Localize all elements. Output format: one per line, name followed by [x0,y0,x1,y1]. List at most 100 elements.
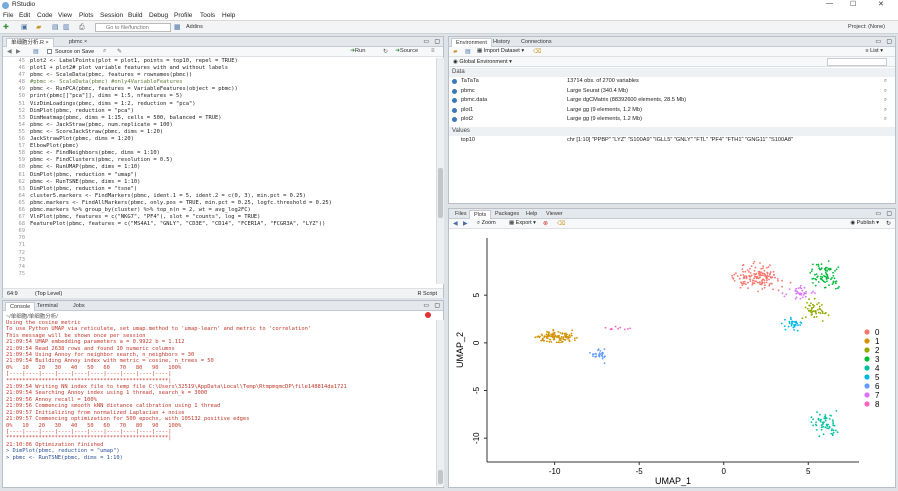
tab-connections[interactable]: Connections [517,38,556,47]
env-row[interactable]: pbmc.data Large dgCMatrix (88392600 eleme… [449,96,895,106]
env-row[interactable]: plot1 Large gg (9 elements, 1.2 Mb) ⌕ [449,106,895,116]
view-icon[interactable]: ⌕ [884,115,887,124]
maximize-console-icon[interactable]: ▢ [434,302,440,309]
console-output[interactable]: Using the cosine metric To use Python UMA… [6,320,434,486]
code-line[interactable]: pbmc.markers %>% group_by(cluster) %>% t… [30,207,435,214]
code-line[interactable]: DimPlot(pbmc, reduction = "pca") [30,108,435,115]
broom-icon[interactable]: ⌫ [533,48,541,55]
env-row[interactable]: plot2 Large gg (9 elements, 1.2 Mb) ⌕ [449,115,895,125]
refresh-icon[interactable]: ↻ [886,220,891,227]
tab-console[interactable]: Console [5,302,36,311]
tab-environment[interactable]: Environment [451,38,492,47]
env-search-input[interactable] [827,58,887,66]
new-file-icon[interactable]: ✚ [3,23,9,32]
menu-build[interactable]: Build [128,12,142,19]
run-button[interactable]: ➜Run [350,48,366,54]
code-line[interactable]: VizDimLoadings(pbmc, dims = 1:2, reducti… [30,101,435,108]
maximize-icon[interactable]: ☐ [850,0,856,8]
code-line[interactable]: pbmc <- JackStraw(pbmc, num.replicate = … [30,122,435,129]
addins-button[interactable]: Addins [186,24,203,30]
next-plot-icon[interactable]: ▶ [463,220,468,227]
menu-code[interactable]: Code [37,12,53,19]
tab-packages[interactable]: Packages [491,210,523,219]
view-icon[interactable]: ⌕ [884,77,887,86]
code-line[interactable]: pbmc <- ScaleData(pbmc, features = rowna… [30,72,435,79]
code-line[interactable]: FeaturePlot(pbmc, features = c("MS4A1", … [30,221,435,228]
menu-debug[interactable]: Debug [149,12,168,19]
tab-jobs[interactable]: Jobs [69,302,89,311]
source-on-save-checkbox[interactable] [47,48,52,54]
outline-icon[interactable]: ≡ [431,48,435,54]
minimize-icon[interactable]: — [826,0,833,7]
code-line[interactable]: DimPlot(pbmc, reduction = "umap") [30,172,435,179]
stop-icon[interactable] [425,312,431,318]
view-icon[interactable]: ⌕ [884,96,887,105]
list-view-toggle[interactable]: ≡ List ▾ [865,48,883,54]
search-icon[interactable]: ⌕ [103,48,106,55]
code-line[interactable]: plot1 + plot2# plot variable features wi… [30,65,435,72]
scope-dropdown[interactable]: ◉ Global Environment ▾ [453,59,512,65]
code-line[interactable]: pbmc <- ScoreJackStraw(pbmc, dims = 1:20… [30,129,435,136]
prev-plot-icon[interactable]: ◀ [453,220,458,227]
back-icon[interactable]: ◀ [7,48,12,55]
forward-icon[interactable]: ▶ [16,48,21,55]
close-icon[interactable]: ✕ [878,0,884,8]
tab-files[interactable]: Files [451,210,471,219]
code-line[interactable]: pbmc <- RunPCA(pbmc, features = Variable… [30,86,435,93]
view-icon[interactable]: ⌕ [884,106,887,115]
console-scrollbar[interactable] [436,320,444,486]
menu-view[interactable]: View [58,12,72,19]
menu-plots[interactable]: Plots [79,12,93,19]
editor-scrollbar[interactable] [436,58,444,284]
minimize-console-icon[interactable]: ▭ [423,302,429,309]
menu-tools[interactable]: Tools [200,12,215,19]
code-line[interactable]: pbmc <- RunUMAP(pbmc, dims = 1:10) [30,164,435,171]
tab-history[interactable]: History [489,38,514,47]
menu-edit[interactable]: Edit [19,12,30,19]
tab-plots[interactable]: Plots [469,210,492,219]
code-line[interactable]: VlnPlot(pbmc, features = c("NKG7", "PF4"… [30,214,435,221]
tab-viewer[interactable]: Viewer [542,210,567,219]
rerun-icon[interactable]: ↻ [383,48,388,55]
code-line[interactable]: DimHeatmap(pbmc, dims = 1:15, cells = 50… [30,115,435,122]
code-line[interactable]: pbmc.markers <- FindAllMarkers(pbmc, onl… [30,200,435,207]
env-value-row[interactable]: top10 chr [1:10] "PPBP" "LYZ" "S100A9" "I… [449,136,895,146]
tab-pbmc[interactable]: pbmc × [65,38,91,47]
zoom-button[interactable]: ⌕ Zoom [477,220,496,227]
menu-session[interactable]: Session [100,12,123,19]
menu-file[interactable]: File [3,12,13,19]
remove-plot-icon[interactable]: ⊗ [543,220,548,227]
source-button[interactable]: ➜Source [395,48,418,54]
open-folder-icon[interactable]: ▰ [36,23,41,32]
save-script-icon[interactable]: ▤ [33,48,39,55]
grid-icon[interactable]: ▦ [174,23,181,32]
print-icon[interactable]: ⎙ [79,23,85,32]
env-row[interactable]: TaTaTa 13714 obs. of 2700 variables ⌕ [449,77,895,87]
save-all-icon[interactable]: ▥ [63,23,70,32]
wand-icon[interactable]: ✎ [117,48,122,55]
export-button[interactable]: ▦ Export ▾ [509,220,536,226]
minimize-pane-icon[interactable]: ▭ [423,38,429,45]
save-icon[interactable]: ▤ [52,23,59,32]
view-icon[interactable]: ⌕ [884,87,887,96]
code-editor[interactable]: plot2 <- LabelPoints(plot = plot1, point… [30,58,435,284]
clear-plots-icon[interactable]: ⌫ [557,220,565,227]
new-project-icon[interactable]: ▣ [21,23,28,32]
maximize-pane-icon[interactable]: ▢ [434,38,440,45]
code-line[interactable]: #pbmc <- ScaleData(pbmc) #only4VariableF… [30,79,435,86]
code-line[interactable]: print(pbmc[["pca"]], dims = 1:5, nfeatur… [30,93,435,100]
code-line[interactable]: plot2 <- LabelPoints(plot = plot1, point… [30,58,435,65]
tab-help[interactable]: Help [522,210,541,219]
publish-button[interactable]: ◉ Publish ▾ [850,220,879,226]
maximize-env-icon[interactable]: ▢ [886,38,892,45]
code-line[interactable]: cluster5.markers <- FindMarkers(pbmc, id… [30,193,435,200]
maximize-plots-icon[interactable]: ▢ [886,210,892,217]
goto-file-input[interactable]: Go to file/function [95,23,171,32]
code-line[interactable]: ElbowPlot(pbmc) [30,143,435,150]
code-line[interactable]: pbmc <- RunTSNE(pbmc, dims = 1:10) [30,179,435,186]
minimize-plots-icon[interactable]: ▭ [875,210,881,217]
code-line[interactable]: pbmc <- FindNeighbors(pbmc, dims = 1:10) [30,150,435,157]
open-workspace-icon[interactable]: ▰ [453,48,458,55]
menu-help[interactable]: Help [222,12,235,19]
tab-terminal[interactable]: Terminal [33,302,62,311]
